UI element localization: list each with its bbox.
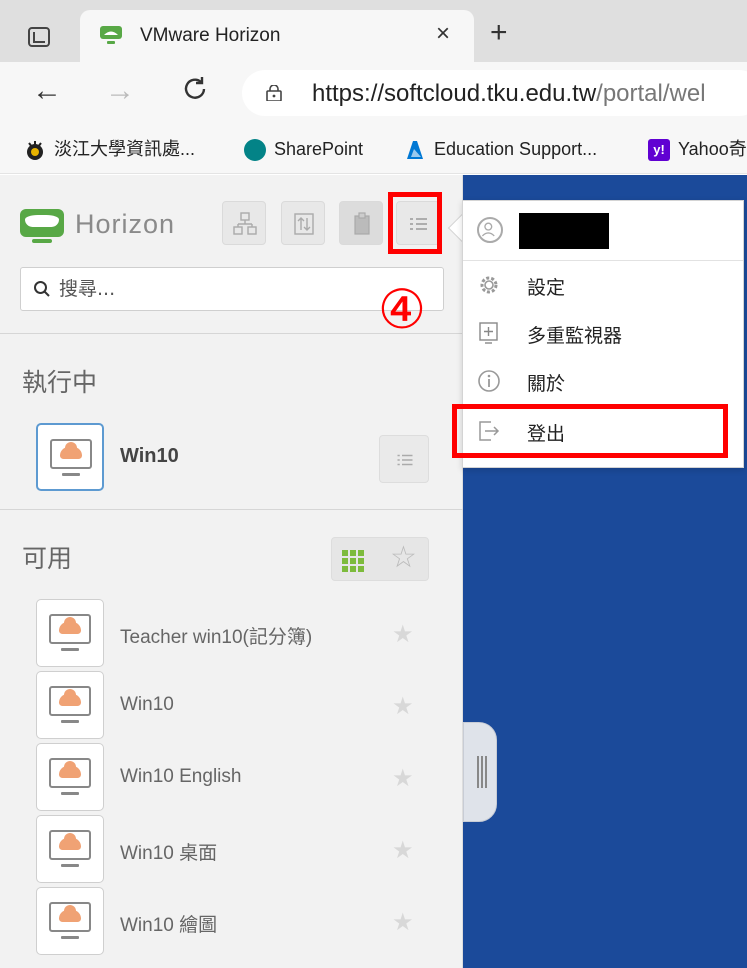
browser-tab-strip: VMware Horizon × + [0, 0, 747, 62]
address-toolbar: ← → https://softcloud.tku.edu.tw/portal/… [0, 62, 747, 124]
vmware-favicon-icon [100, 26, 122, 44]
reload-icon [184, 77, 206, 99]
menu-item-label: 關於 [527, 373, 566, 395]
clipboard-button[interactable] [339, 201, 383, 245]
bookmark-item[interactable]: 淡江大學資訊處... [24, 136, 195, 162]
star-icon[interactable]: ★ [392, 764, 414, 793]
desktop-icon[interactable] [36, 599, 104, 667]
tab-actions-icon[interactable] [28, 27, 50, 47]
new-tab-button[interactable]: + [490, 18, 508, 48]
desktop-label[interactable]: Win10 [120, 694, 174, 716]
horizon-logo-icon [20, 209, 64, 237]
network-icon [233, 212, 257, 235]
star-icon[interactable]: ★ [392, 620, 414, 649]
running-desktop-label[interactable]: Win10 [120, 445, 179, 468]
favorites-star-icon[interactable]: ☆ [390, 542, 417, 574]
azure-icon [407, 141, 423, 160]
bookmarks-bar: 淡江大學資訊處... SharePoint Education Support.… [0, 124, 747, 174]
divider [0, 509, 463, 510]
view-toggle: ☆ [331, 537, 429, 581]
redacted-username [519, 213, 609, 249]
bookmark-item[interactable]: y! Yahoo奇 [648, 136, 747, 162]
yahoo-icon: y! [648, 139, 670, 162]
lock-icon [266, 85, 282, 101]
forward-button[interactable]: → [105, 74, 135, 108]
tku-icon [27, 141, 43, 161]
gear-icon [480, 276, 498, 294]
menu-item-label: 多重監視器 [527, 325, 623, 347]
url-field[interactable]: https://softcloud.tku.edu.tw/portal/wel [242, 70, 747, 116]
star-icon[interactable]: ★ [392, 692, 414, 721]
highlight-logout [452, 404, 728, 458]
desktop-label[interactable]: Win10 English [120, 766, 241, 788]
back-button[interactable]: ← [32, 74, 62, 108]
menu-item-multi-monitor[interactable]: 多重監視器 [463, 309, 743, 357]
bookmark-item[interactable]: SharePoint [244, 136, 363, 162]
sidebar-collapse-handle[interactable] [463, 722, 497, 822]
url-text: https://softcloud.tku.edu.tw/portal/wel [312, 80, 706, 107]
step-number: ④ [377, 278, 427, 341]
desktop-label[interactable]: Teacher win10(記分簿) [120, 622, 312, 649]
desktop-icon[interactable] [36, 671, 104, 739]
info-icon [478, 370, 500, 392]
desktop-label[interactable]: Win10 桌面 [120, 838, 217, 865]
search-icon [34, 281, 50, 297]
bookmark-item[interactable]: Education Support... [404, 136, 597, 162]
multi-monitor-icon [479, 322, 498, 344]
desktop-icon[interactable] [36, 743, 104, 811]
user-row [463, 201, 743, 261]
star-icon[interactable]: ★ [392, 908, 414, 937]
reload-button[interactable] [180, 74, 210, 112]
logo-text: Horizon [75, 209, 176, 239]
running-desktop-icon[interactable] [36, 423, 104, 491]
desktop-label[interactable]: Win10 繪圖 [120, 910, 217, 937]
clipboard-icon [354, 212, 370, 235]
menu-item-about[interactable]: 關於 [463, 357, 743, 405]
running-item-menu-button[interactable] [379, 435, 429, 483]
list-menu-icon [397, 454, 413, 466]
menu-item-settings[interactable]: 設定 [463, 261, 743, 309]
running-section-title: 執行中 [22, 368, 98, 397]
file-transfer-button[interactable] [281, 201, 325, 245]
sharepoint-icon [244, 139, 266, 162]
browser-tab[interactable]: VMware Horizon × [80, 10, 474, 62]
user-avatar-icon [477, 217, 503, 243]
file-transfer-icon [294, 213, 314, 235]
ctrl-alt-del-button[interactable] [222, 201, 266, 245]
desktop-icon[interactable] [36, 887, 104, 955]
highlight-menu-button [388, 192, 442, 254]
tab-title: VMware Horizon [140, 25, 281, 46]
star-icon[interactable]: ★ [392, 836, 414, 865]
desktop-icon[interactable] [36, 815, 104, 883]
tab-close-icon[interactable]: × [436, 20, 450, 48]
available-section-title: 可用 [22, 544, 73, 573]
menu-item-label: 設定 [527, 277, 566, 299]
grid-view-icon[interactable] [342, 550, 364, 572]
